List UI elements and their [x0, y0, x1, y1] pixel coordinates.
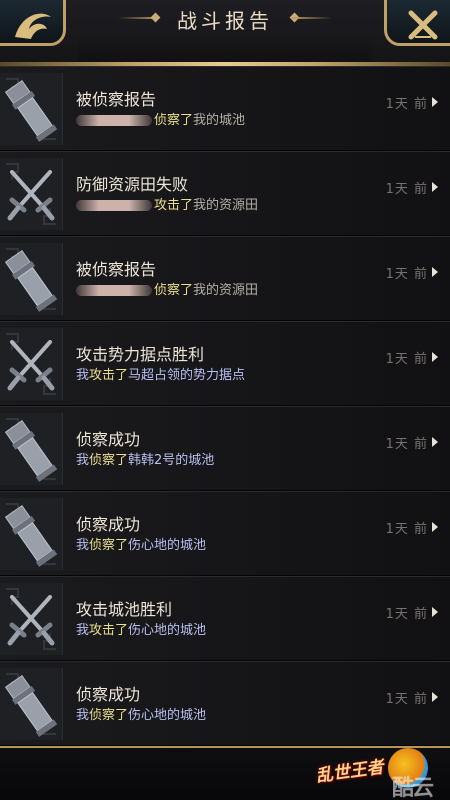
- report-row[interactable]: 被侦察报告 侦察了我的城池 1天 前: [0, 66, 450, 151]
- report-list: 被侦察报告 侦察了我的城池 1天 前防御资源田失败 攻击了我的资源田 1天 前被侦察报告…: [0, 66, 450, 746]
- report-time: 1天 前: [385, 522, 428, 537]
- report-summary: 我侦察了韩韩2号的城池: [76, 449, 214, 468]
- report-action: 侦察了: [89, 453, 129, 468]
- chevron-right-icon: [432, 522, 438, 532]
- back-button[interactable]: [0, 0, 66, 46]
- report-action: 攻击了: [154, 198, 194, 213]
- chevron-right-icon: [432, 352, 438, 362]
- report-action: 侦察了: [154, 283, 194, 298]
- report-summary: 攻击了我的资源田: [76, 194, 258, 213]
- battle-report-screen: 战斗报告 被侦察报告 侦察了我的城池 1天 前防御资源田失败 攻击了我的资源田 1天 前…: [0, 0, 450, 800]
- report-title: 侦察成功: [76, 430, 141, 449]
- redacted-player-name: [76, 285, 152, 296]
- report-summary: 侦察了我的城池: [76, 109, 245, 128]
- report-time: 1天 前: [385, 437, 428, 452]
- report-action: 侦察了: [154, 113, 194, 128]
- crossed-swords-icon: [0, 328, 63, 400]
- report-title: 攻击城池胜利: [76, 600, 173, 619]
- watermark: 酷云米: [392, 776, 434, 800]
- report-action: 攻击了: [89, 368, 129, 383]
- report-time: 1天 前: [385, 607, 428, 622]
- report-title: 防御资源田失败: [76, 175, 189, 194]
- scout-icon: [0, 413, 63, 485]
- title-ornament-right: [292, 17, 332, 19]
- report-time: 1天 前: [385, 352, 428, 367]
- scout-icon: [0, 73, 63, 145]
- report-summary: 我攻击了马超占领的势力据点: [76, 364, 245, 383]
- chevron-right-icon: [432, 182, 438, 192]
- redacted-player-name: [76, 200, 152, 211]
- report-row[interactable]: 防御资源田失败 攻击了我的资源田 1天 前: [0, 151, 450, 236]
- report-summary: 我侦察了伤心地的城池: [76, 534, 206, 553]
- crossed-swords-icon: [0, 158, 63, 230]
- report-target: 伤心地的城池: [128, 623, 207, 638]
- report-target: 伤心地的城池: [128, 708, 207, 723]
- report-time: 1天 前: [385, 692, 428, 707]
- title-diamond-left: [150, 12, 161, 23]
- report-title: 被侦察报告: [76, 260, 157, 279]
- page-title: 战斗报告: [177, 9, 273, 33]
- redacted-player-name: [76, 115, 152, 126]
- header-panel: [78, 36, 372, 62]
- report-summary: 侦察了我的资源田: [76, 279, 258, 298]
- chevron-right-icon: [432, 607, 438, 617]
- report-actor: 我: [76, 368, 90, 383]
- report-target: 韩韩2号的城池: [128, 453, 215, 468]
- report-target: 伤心地的城池: [128, 538, 207, 553]
- scout-icon: [0, 498, 63, 570]
- report-actor: 我: [76, 623, 90, 638]
- scout-icon: [0, 243, 63, 315]
- title-wrap: 战斗报告: [0, 0, 450, 36]
- report-row[interactable]: 侦察成功 我侦察了伤心地的城池 1天 前: [0, 491, 450, 576]
- report-row[interactable]: 攻击城池胜利 我攻击了伤心地的城池 1天 前: [0, 576, 450, 661]
- report-action: 侦察了: [89, 708, 129, 723]
- dragon-emblem-icon: [15, 13, 51, 39]
- report-time: 1天 前: [385, 267, 428, 282]
- report-row[interactable]: 侦察成功 我侦察了韩韩2号的城池 1天 前: [0, 406, 450, 491]
- report-summary: 我攻击了伤心地的城池: [76, 619, 206, 638]
- chevron-right-icon: [432, 692, 438, 702]
- chevron-right-icon: [432, 267, 438, 277]
- report-actor: 我: [76, 708, 90, 723]
- scout-icon: [0, 668, 63, 740]
- report-target: 我的资源田: [193, 198, 259, 213]
- report-row[interactable]: 侦察成功 我侦察了伤心地的城池 1天 前: [0, 661, 450, 746]
- report-summary: 我侦察了伤心地的城池: [76, 704, 206, 723]
- report-title: 侦察成功: [76, 515, 141, 534]
- close-icon: [408, 10, 438, 40]
- report-title: 攻击势力据点胜利: [76, 345, 205, 364]
- report-row[interactable]: 攻击势力据点胜利 我攻击了马超占领的势力据点 1天 前: [0, 321, 450, 406]
- report-actor: 我: [76, 538, 90, 553]
- report-row[interactable]: 被侦察报告 侦察了我的资源田 1天 前: [0, 236, 450, 321]
- header-bar: 战斗报告: [0, 0, 450, 66]
- chevron-right-icon: [432, 437, 438, 447]
- chevron-right-icon: [432, 97, 438, 107]
- report-title: 被侦察报告: [76, 90, 157, 109]
- report-target: 马超占领的势力据点: [128, 368, 246, 383]
- report-time: 1天 前: [385, 97, 428, 112]
- crossed-swords-icon: [0, 583, 63, 655]
- report-actor: 我: [76, 453, 90, 468]
- report-time: 1天 前: [385, 182, 428, 197]
- report-action: 攻击了: [89, 623, 129, 638]
- report-action: 侦察了: [89, 538, 129, 553]
- report-title: 侦察成功: [76, 685, 141, 704]
- close-button[interactable]: [384, 0, 450, 46]
- report-target: 我的资源田: [193, 283, 259, 298]
- report-target: 我的城池: [193, 113, 246, 128]
